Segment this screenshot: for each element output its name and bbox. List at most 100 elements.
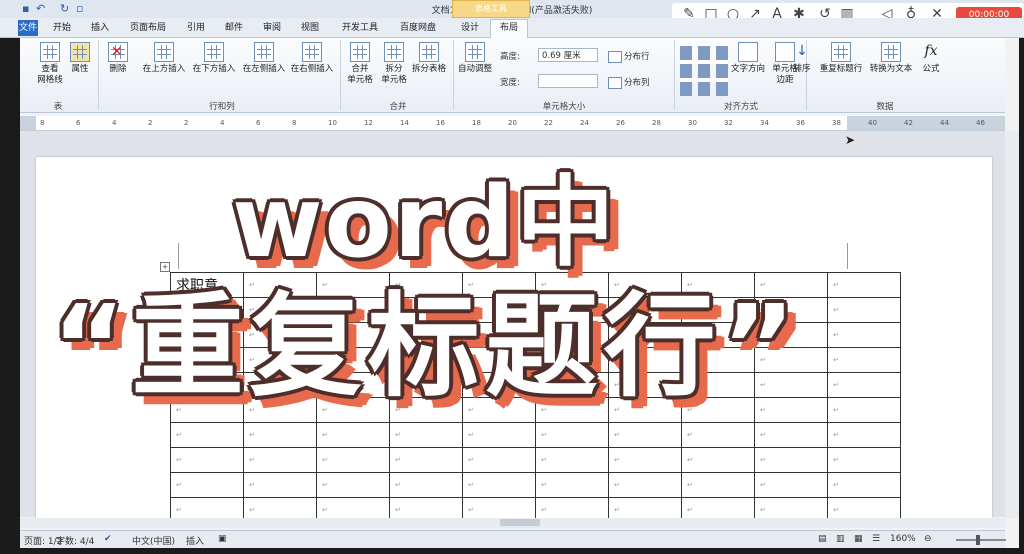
tab-review[interactable]: 审阅 [258, 20, 286, 36]
table-cell[interactable]: ↵ [681, 422, 755, 448]
table-cell[interactable]: ↵ [243, 422, 317, 448]
insert-mode[interactable]: 插入 [186, 534, 204, 547]
table-move-handle-icon[interactable]: + [160, 262, 170, 272]
word-count[interactable]: 字数: 4/4 [56, 534, 94, 547]
width-field[interactable] [538, 74, 598, 88]
delete-button[interactable]: 删除 [104, 42, 132, 75]
autofit-button[interactable]: 自动调整 [456, 42, 494, 75]
view-gridlines-button[interactable]: 查看 网格线 [36, 42, 64, 86]
zoom-level[interactable]: 160% [890, 534, 916, 544]
table-cell[interactable]: ↵ [608, 422, 682, 448]
tab-home[interactable]: 开始 [48, 20, 76, 36]
table-cell[interactable]: ↵ [535, 422, 609, 448]
scroll-thumb[interactable] [500, 519, 540, 526]
tab-developer[interactable]: 开发工具 [336, 20, 384, 36]
table-cell[interactable]: ↵ [316, 447, 390, 473]
macro-icon[interactable]: ▣ [218, 534, 227, 544]
ruler-tick: 2 [148, 119, 153, 127]
table-cell[interactable]: ↵ [462, 422, 536, 448]
distribute-cols-button[interactable]: 分布列 [608, 76, 650, 89]
table-cell[interactable]: ↵ [316, 422, 390, 448]
tab-mailings[interactable]: 邮件 [220, 20, 248, 36]
properties-button[interactable]: 属性 [68, 42, 92, 75]
tab-references[interactable]: 引用 [182, 20, 210, 36]
table-cell[interactable]: ↵ [827, 347, 901, 373]
tab-file[interactable]: 文件 [18, 20, 38, 36]
insert-above-icon [154, 42, 174, 62]
zoom-out-icon[interactable]: ⊖ [924, 534, 932, 544]
table-cell[interactable]: ↵ [681, 447, 755, 473]
table-cell[interactable]: ↵ [462, 472, 536, 498]
table-cell[interactable]: ↵ [170, 447, 244, 473]
split-cells-button[interactable]: 拆分 单元格 [378, 42, 410, 86]
table-cell[interactable]: ↵ [754, 472, 828, 498]
insert-below-button[interactable]: 在下方插入 [190, 42, 238, 75]
tab-page-layout[interactable]: 页面布局 [124, 20, 172, 36]
table-cell[interactable]: ↵ [827, 272, 901, 298]
height-label: 高度: [500, 52, 520, 62]
table-cell[interactable]: ↵ [827, 372, 901, 398]
table-cell[interactable]: ↵ [608, 447, 682, 473]
tab-layout[interactable]: 布局 [490, 19, 528, 38]
convert-to-text-button[interactable]: 转换为文本 [866, 42, 916, 75]
print-layout-icon[interactable]: ▤ [818, 534, 827, 544]
insert-above-button[interactable]: 在上方插入 [140, 42, 188, 75]
proofing-icon[interactable]: ✔ [104, 534, 112, 544]
tab-design[interactable]: 设计 [454, 20, 486, 36]
table-cell[interactable]: ↵ [754, 447, 828, 473]
table-cell[interactable]: ↵ [754, 422, 828, 448]
distribute-rows-button[interactable]: 分布行 [608, 50, 650, 63]
alignment-grid[interactable] [680, 44, 728, 96]
height-field[interactable]: 0.69 厘米 [538, 48, 598, 62]
outline-icon[interactable]: ☰ [872, 534, 880, 544]
zoom-slider[interactable] [956, 539, 1006, 541]
merge-cells-button[interactable]: 合并 单元格 [344, 42, 376, 86]
table-cell[interactable]: ↵ [389, 447, 463, 473]
ruler-tick: 28 [652, 119, 661, 127]
separator [674, 40, 675, 110]
table-cell[interactable]: ↵ [681, 472, 755, 498]
language[interactable]: 中文(中国) [132, 534, 175, 547]
ruler-tick: 6 [256, 119, 261, 127]
tab-baidu-netdisk[interactable]: 百度网盘 [394, 20, 442, 36]
separator [340, 40, 341, 110]
web-layout-icon[interactable]: ▦ [854, 534, 863, 544]
table-cell[interactable]: ↵ [243, 447, 317, 473]
table-cell[interactable]: ↵ [389, 472, 463, 498]
table-cell[interactable]: ↵ [827, 422, 901, 448]
table-cell[interactable]: ↵ [535, 447, 609, 473]
distribute-rows-icon [608, 50, 622, 63]
ruler-tick: 44 [940, 119, 949, 127]
text-direction-button[interactable]: 文字方向 [730, 42, 766, 75]
table-cell[interactable]: ↵ [389, 422, 463, 448]
repeat-header-rows-button[interactable]: 重复标题行 [816, 42, 866, 75]
full-screen-icon[interactable]: ▥ [836, 534, 845, 544]
separator [453, 40, 454, 110]
tab-view[interactable]: 视图 [296, 20, 324, 36]
table-cell[interactable]: ↵ [170, 422, 244, 448]
status-bar: 页面: 1/2 字数: 4/4 ✔ 中文(中国) 插入 ▣ ▤ ▥ ▦ ☰ 16… [20, 530, 1006, 549]
insert-left-button[interactable]: 在左侧插入 [240, 42, 288, 75]
table-cell[interactable]: ↵ [316, 472, 390, 498]
table-cell[interactable]: ↵ [827, 322, 901, 348]
table-cell[interactable]: ↵ [608, 472, 682, 498]
formula-button[interactable]: fx 公式 [918, 42, 944, 75]
table-cell[interactable]: ↵ [462, 447, 536, 473]
properties-icon [70, 42, 90, 62]
sort-button[interactable]: ↓ 排序 [790, 42, 814, 75]
table-cell[interactable]: ↵ [170, 472, 244, 498]
table-cell[interactable]: ↵ [535, 472, 609, 498]
table-cell[interactable]: ↵ [827, 447, 901, 473]
vertical-scrollbar[interactable] [1005, 131, 1019, 518]
crop-mark [847, 243, 848, 269]
table-cell[interactable]: ↵ [243, 472, 317, 498]
ruler-tick: 6 [76, 119, 81, 127]
zoom-slider-thumb[interactable] [976, 535, 980, 545]
tab-insert[interactable]: 插入 [86, 20, 114, 36]
insert-right-button[interactable]: 在右侧插入 [288, 42, 336, 75]
horizontal-scrollbar[interactable] [20, 518, 1005, 528]
table-cell[interactable]: ↵ [827, 397, 901, 423]
table-cell[interactable]: ↵ [827, 297, 901, 323]
split-table-button[interactable]: 拆分表格 [408, 42, 450, 75]
table-cell[interactable]: ↵ [827, 472, 901, 498]
